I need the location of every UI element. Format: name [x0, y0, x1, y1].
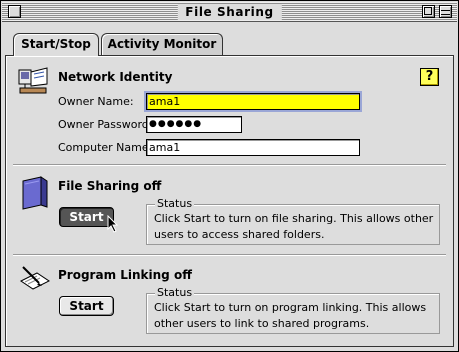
- section-divider: [13, 254, 446, 256]
- file-sharing-status-text: Click Start to turn on file sharing. Thi…: [154, 212, 434, 241]
- file-sharing-start-button[interactable]: Start: [59, 207, 114, 227]
- program-linking-icon: [20, 266, 50, 290]
- collapse-box-icon[interactable]: [439, 5, 452, 18]
- program-linking-start-button[interactable]: Start: [59, 296, 114, 316]
- program-linking-status-legend: Status: [155, 286, 195, 299]
- program-linking-heading: Program Linking off: [58, 268, 192, 282]
- close-box-icon[interactable]: [8, 5, 21, 18]
- file-sharing-status-group: Status Click Start to turn on file shari…: [146, 198, 440, 245]
- section-divider: [13, 164, 446, 166]
- program-linking-status-text: Click Start to turn on program linking. …: [154, 301, 427, 330]
- help-icon[interactable]: ?: [420, 68, 439, 86]
- file-sharing-window: File Sharing Start/Stop Activity Monitor…: [0, 0, 459, 352]
- owner-name-label: Owner Name:: [58, 95, 134, 108]
- computer-name-label: Computer Name:: [58, 141, 153, 154]
- owner-password-label: Owner Password:: [58, 118, 153, 131]
- file-sharing-heading: File Sharing off: [58, 179, 162, 193]
- shared-folder-icon: [22, 176, 48, 210]
- title-bar[interactable]: File Sharing: [2, 2, 457, 22]
- window-title: File Sharing: [177, 4, 282, 20]
- tab-activity-monitor[interactable]: Activity Monitor: [101, 33, 223, 55]
- owner-password-field[interactable]: ●●●●●●: [146, 116, 242, 133]
- owner-name-field[interactable]: ama1: [144, 91, 362, 112]
- file-sharing-status-legend: Status: [155, 197, 195, 210]
- computer-name-field[interactable]: ama1: [146, 139, 360, 156]
- program-linking-status-group: Status Click Start to turn on program li…: [146, 287, 440, 334]
- network-identity-icon: [18, 67, 48, 94]
- mouse-pointer-icon: [107, 215, 119, 233]
- zoom-box-icon[interactable]: [422, 5, 435, 18]
- tab-start-stop[interactable]: Start/Stop: [13, 33, 99, 56]
- network-identity-heading: Network Identity: [58, 70, 173, 84]
